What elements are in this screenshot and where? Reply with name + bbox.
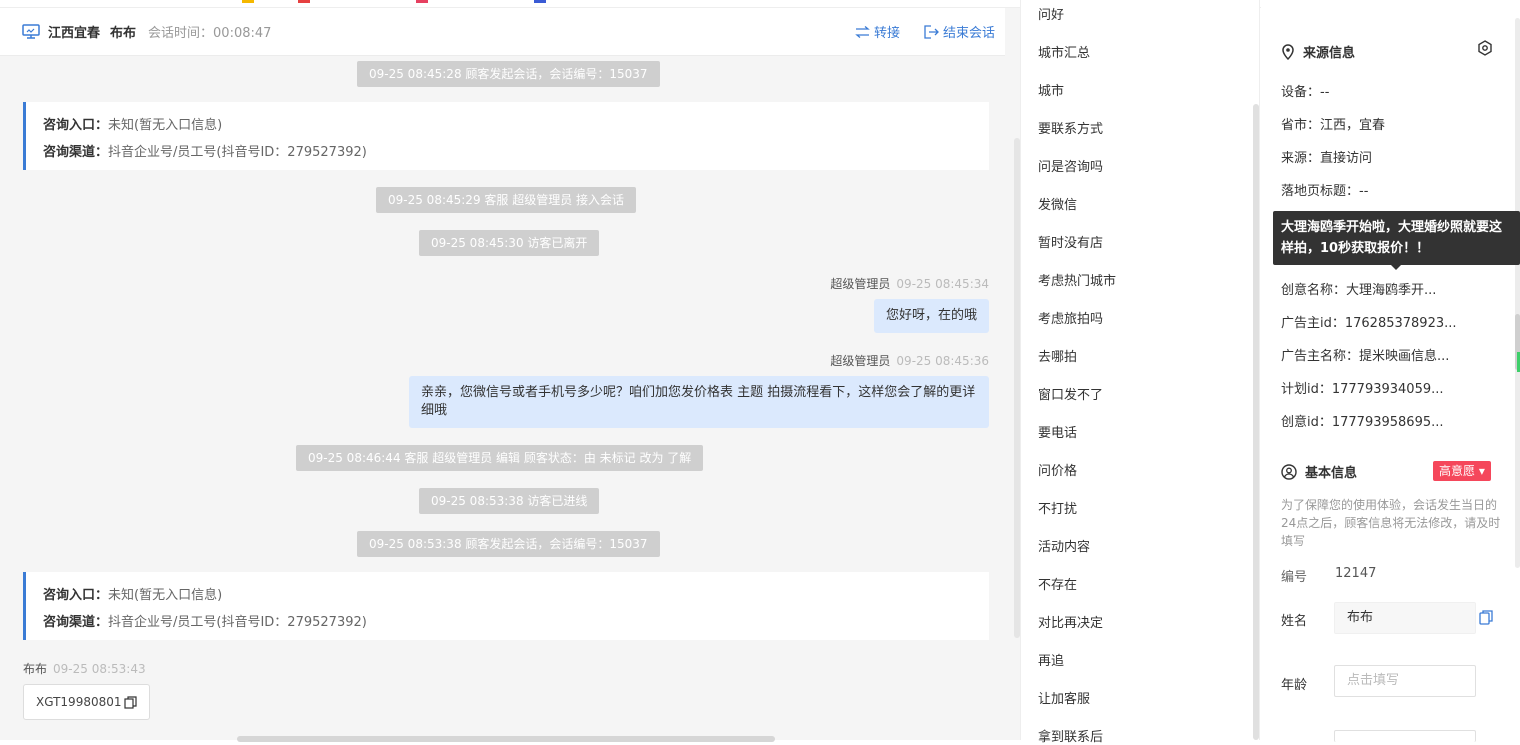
customer-location: 江西宜春 xyxy=(48,26,101,41)
age-field[interactable]: 点击填写 xyxy=(1334,665,1476,697)
settings-icon[interactable] xyxy=(1477,40,1493,56)
next-field[interactable] xyxy=(1334,730,1476,742)
quick-reply-item[interactable]: 问价格 xyxy=(1038,460,1077,479)
quick-reply-item[interactable]: 问是咨询吗 xyxy=(1038,156,1103,175)
agent-sender: 超级管理员 09-25 08:45:34 xyxy=(830,277,989,291)
chat-horizontal-scrollbar[interactable] xyxy=(237,736,775,742)
exit-icon xyxy=(924,24,939,39)
swap-icon xyxy=(855,25,870,38)
edit-note: 为了保障您的使用体验，会话发生当日的24点之后，顾客信息将无法修改，请及时填写 xyxy=(1281,498,1501,548)
quick-reply-scrollbar[interactable] xyxy=(1253,104,1259,740)
quick-reply-item[interactable]: 对比再决定 xyxy=(1038,612,1103,631)
entry-label: 咨询入口： xyxy=(43,118,109,133)
source-row: 来源：直接访问 xyxy=(1281,151,1373,166)
client-sender: 布布 09-25 08:53:43 xyxy=(23,662,146,676)
transfer-label: 转接 xyxy=(873,26,900,41)
transfer-button[interactable]: 转接 xyxy=(855,22,900,41)
advertiser-name-row: 广告主名称：提米映画信息... xyxy=(1281,349,1450,364)
basic-info-title: 基本信息 xyxy=(1281,462,1357,481)
name-label: 姓名 xyxy=(1281,614,1308,629)
system-message: 09-25 08:53:38 访客已进线 xyxy=(419,488,600,514)
quick-reply-item[interactable]: 考虑旅拍吗 xyxy=(1038,308,1103,327)
monitor-icon xyxy=(22,23,40,39)
quick-reply-item[interactable]: 要电话 xyxy=(1038,422,1077,441)
consult-info-card: 咨询入口：未知(暂无入口信息) 咨询渠道：抖音企业号/员工号(抖音号ID：279… xyxy=(23,572,989,640)
client-message[interactable]: XGT19980801 xyxy=(23,684,150,720)
channel-value: 抖音企业号/员工号(抖音号ID：279527392) xyxy=(108,615,367,630)
quick-reply-item[interactable]: 城市汇总 xyxy=(1038,42,1090,61)
quick-reply-item[interactable]: 暂时没有店 xyxy=(1038,232,1103,251)
quick-reply-item[interactable]: 拿到联系后 xyxy=(1038,726,1103,745)
agent-bubble: 您好呀，在的哦 xyxy=(873,299,989,333)
quick-reply-item[interactable]: 不打扰 xyxy=(1038,498,1077,517)
channel-label: 咨询渠道： xyxy=(43,615,109,630)
entry-value: 未知(暂无入口信息) xyxy=(108,118,223,133)
landing-title-row: 落地页标题：-- xyxy=(1281,184,1369,199)
creative-id-row: 创意id：177793958695... xyxy=(1281,415,1444,430)
system-message: 09-25 08:45:29 客服 超级管理员 接入会话 xyxy=(376,187,637,213)
quick-reply-item[interactable]: 城市 xyxy=(1038,80,1064,99)
channel-value: 抖音企业号/员工号(抖音号ID：279527392) xyxy=(108,145,367,160)
quick-reply-item[interactable]: 不存在 xyxy=(1038,574,1077,593)
system-message: 09-25 08:45:28 顾客发起会话，会话编号：15037 xyxy=(357,61,660,87)
end-session-label: 结束会话 xyxy=(942,26,995,41)
source-info-title: 来源信息 xyxy=(1281,42,1355,61)
plan-id-row: 计划id：177793934059... xyxy=(1281,382,1444,397)
chat-header: 江西宜春 布布 会话时间：00:08:47 转接 结束会话 xyxy=(0,8,1005,56)
entry-label: 咨询入口： xyxy=(43,588,109,603)
user-circle-icon xyxy=(1281,463,1297,480)
client-message-text: XGT19980801 xyxy=(36,695,122,709)
copy-icon[interactable] xyxy=(123,695,137,709)
info-scrollbar[interactable] xyxy=(1515,18,1520,568)
customer-name: 布布 xyxy=(110,26,137,41)
system-message: 09-25 08:53:38 顾客发起会话，会话编号：15037 xyxy=(357,531,660,557)
channel-label: 咨询渠道： xyxy=(43,145,109,160)
quick-reply-item[interactable]: 发微信 xyxy=(1038,194,1077,213)
id-label: 编号 xyxy=(1281,570,1308,585)
advertiser-id-row: 广告主id：176285378923... xyxy=(1281,316,1457,331)
system-message: 09-25 08:46:44 客服 超级管理员 编辑 顾客状态：由 未标记 改为… xyxy=(296,445,704,471)
copy-icon[interactable] xyxy=(1479,610,1493,625)
system-message: 09-25 08:45:30 访客已离开 xyxy=(419,230,600,256)
session-time: 会话时间：00:08:47 xyxy=(148,26,272,41)
agent-sender: 超级管理员 09-25 08:45:36 xyxy=(830,354,989,368)
quick-reply-item[interactable]: 要联系方式 xyxy=(1038,118,1103,137)
quick-reply-item[interactable]: 问好 xyxy=(1038,4,1064,23)
quick-reply-item[interactable]: 窗口发不了 xyxy=(1038,384,1103,403)
id-value: 12147 xyxy=(1335,566,1377,581)
agent-bubble: 亲亲，您微信号或者手机号多少呢？咱们加您发价格表 主题 拍摄流程看下，这样您会了… xyxy=(409,376,989,428)
consult-info-card: 咨询入口：未知(暂无入口信息) 咨询渠道：抖音企业号/员工号(抖音号ID：279… xyxy=(23,102,989,170)
creative-name-tooltip: 大理海鸥季开始啦，大理婚纱照就要这样拍，10秒获取报价！！ xyxy=(1273,211,1520,270)
quick-reply-item[interactable]: 去哪拍 xyxy=(1038,346,1077,365)
age-label: 年龄 xyxy=(1281,678,1308,693)
device-row: 设备：-- xyxy=(1281,85,1330,100)
quick-reply-item[interactable]: 再追 xyxy=(1038,650,1064,669)
location-pin-icon xyxy=(1282,43,1294,60)
quick-reply-item[interactable]: 考虑热门城市 xyxy=(1038,270,1116,289)
chat-messages[interactable]: 09-25 08:45:28 顾客发起会话，会话编号：15037 咨询入口：未知… xyxy=(0,56,1005,740)
chat-panel: 江西宜春 布布 会话时间：00:08:47 转接 结束会话 09-25 08:4… xyxy=(0,8,1020,742)
quick-reply-panel: 问好城市汇总城市要联系方式问是咨询吗发微信暂时没有店考虑热门城市 考虑旅拍吗去哪拍… xyxy=(1020,0,1260,745)
quick-reply-item[interactable]: 活动内容 xyxy=(1038,536,1090,555)
quick-reply-item[interactable]: 让加客服 xyxy=(1038,688,1090,707)
entry-value: 未知(暂无入口信息) xyxy=(108,588,223,603)
name-field[interactable]: 布布 xyxy=(1334,602,1476,634)
creative-name-row[interactable]: 创意名称：大理海鸥季开... xyxy=(1281,279,1436,298)
province-city-row: 省市：江西，宜春 xyxy=(1281,118,1386,133)
customer-info-panel: 来源信息 设备：-- 省市：江西，宜春 来源：直接访问 落地页标题：-- 创意名… xyxy=(1261,0,1520,742)
end-session-button[interactable]: 结束会话 xyxy=(924,22,995,41)
intent-tag[interactable]: 高意愿 ▾ xyxy=(1433,461,1491,481)
